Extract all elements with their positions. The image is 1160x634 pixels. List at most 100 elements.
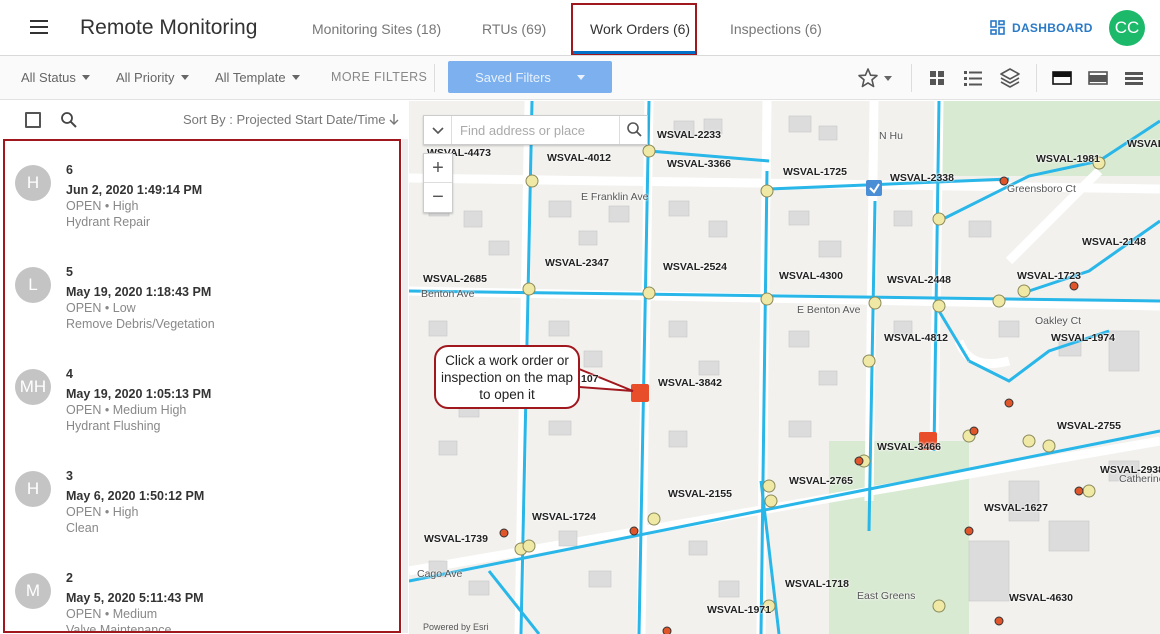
- map-label: WSVAL-1723: [1017, 270, 1081, 282]
- caret-down-icon: [180, 75, 189, 80]
- work-order-status: OPEN • Low: [66, 301, 136, 315]
- map-label: WSVAL-1981: [1036, 153, 1100, 165]
- map-label: WSVAL-2448: [887, 274, 951, 286]
- list-view-icon[interactable]: [963, 69, 983, 87]
- map-search-box: [423, 115, 648, 145]
- map-search-button[interactable]: [619, 116, 647, 144]
- park-label: East Greens: [857, 590, 916, 602]
- divider: [911, 64, 912, 92]
- zoom-in-button[interactable]: +: [424, 154, 452, 183]
- map-label: WSVAL-1971: [707, 604, 771, 616]
- map-label: WSVAL-1725: [783, 166, 847, 178]
- menu-icon[interactable]: [28, 18, 52, 38]
- map-label: WSVAL-3466: [877, 441, 941, 453]
- caret-down-icon[interactable]: [884, 76, 892, 81]
- dashboard-button[interactable]: DASHBOARD: [990, 20, 1093, 35]
- inspection-marker[interactable]: [866, 180, 882, 196]
- star-icon[interactable]: [857, 67, 879, 89]
- tab-rtus[interactable]: RTUs (69): [482, 21, 546, 37]
- map-label: WSVAL-1724: [532, 511, 596, 523]
- dashboard-icon: [990, 20, 1005, 35]
- template-filter-label: All Template: [215, 70, 286, 85]
- priority-avatar: L: [15, 267, 51, 303]
- tab-monitoring-sites[interactable]: Monitoring Sites (18): [312, 21, 441, 37]
- work-order-type: Hydrant Flushing: [66, 419, 161, 433]
- divider: [434, 64, 435, 92]
- work-order-number: 3: [66, 469, 73, 483]
- list-item[interactable]: H 6 Jun 2, 2020 1:49:14 PM OPEN • High H…: [5, 141, 399, 243]
- chevron-down-icon: [432, 127, 444, 135]
- work-order-status: OPEN • High: [66, 199, 139, 213]
- priority-filter-dropdown[interactable]: All Priority: [116, 70, 189, 85]
- more-filters-button[interactable]: MORE FILTERS: [331, 70, 427, 84]
- map-label: WSVAL-2765: [789, 475, 853, 487]
- sort-by-label: Sort By : Projected Start Date/Time: [183, 112, 386, 127]
- dashboard-label: DASHBOARD: [1012, 20, 1093, 35]
- work-order-date: May 5, 2020 5:11:43 PM: [66, 591, 204, 605]
- work-order-type: Clean: [66, 521, 99, 535]
- user-avatar[interactable]: CC: [1109, 10, 1145, 46]
- map-attribution: Powered by Esri: [423, 622, 489, 632]
- street-label: Greensboro Ct: [1007, 183, 1076, 195]
- caret-down-icon: [81, 75, 90, 80]
- app-title: Remote Monitoring: [80, 16, 258, 39]
- map-label: WSVAL-4812: [884, 332, 948, 344]
- map-label: WSVAL-2755: [1057, 420, 1121, 432]
- map-label: WSVAL-1627: [984, 502, 1048, 514]
- layout-middle-icon[interactable]: [1088, 71, 1108, 85]
- search-icon[interactable]: [60, 111, 78, 129]
- saved-filters-dropdown[interactable]: Saved Filters: [448, 61, 612, 93]
- map-label: WSVAL-2338: [890, 172, 954, 184]
- app-header: Remote Monitoring Monitoring Sites (18) …: [0, 0, 1160, 56]
- map-label: WSVAL-4630: [1009, 592, 1073, 604]
- layout-rows-icon[interactable]: [1124, 71, 1144, 85]
- map-label: WSVAL-2155: [668, 488, 732, 500]
- search-source-dropdown[interactable]: [424, 116, 452, 144]
- divider: [1036, 64, 1037, 92]
- map-label: WSVAL-2233: [657, 129, 721, 141]
- list-item[interactable]: M 2 May 5, 2020 5:11:43 PM OPEN • Medium…: [5, 549, 399, 631]
- street-label: Benton Ave: [421, 288, 475, 300]
- map-label: WSVAL-1718: [785, 578, 849, 590]
- arrow-down-icon: [389, 114, 399, 125]
- status-filter-label: All Status: [21, 70, 76, 85]
- map-hint-callout: Click a work order or inspection on the …: [434, 345, 580, 409]
- tab-work-orders[interactable]: Work Orders (6): [590, 21, 690, 37]
- street-label: N Hu: [879, 130, 903, 142]
- template-filter-dropdown[interactable]: All Template: [215, 70, 300, 85]
- zoom-out-button[interactable]: −: [424, 183, 452, 212]
- layout-top-icon[interactable]: [1052, 71, 1072, 85]
- work-order-number: 6: [66, 163, 73, 177]
- work-order-type: Hydrant Repair: [66, 215, 151, 229]
- search-icon: [627, 122, 642, 137]
- work-order-number: 2: [66, 571, 73, 585]
- work-order-marker[interactable]: [631, 384, 649, 402]
- list-scrollbar[interactable]: [402, 139, 408, 633]
- street-label: E Benton Ave: [797, 304, 861, 316]
- priority-avatar: M: [15, 573, 51, 609]
- street-label: Catherine: [1119, 473, 1160, 485]
- list-item[interactable]: MH 4 May 19, 2020 1:05:13 PM OPEN • Medi…: [5, 345, 399, 447]
- tab-inspections[interactable]: Inspections (6): [730, 21, 822, 37]
- layers-icon[interactable]: [1000, 67, 1020, 89]
- active-tab-underline: [573, 51, 695, 54]
- caret-down-icon: [291, 75, 300, 80]
- map-label: WSVAL-2347: [545, 257, 609, 269]
- work-order-date: Jun 2, 2020 1:49:14 PM: [66, 183, 203, 197]
- sort-by-dropdown[interactable]: Sort By : Projected Start Date/Time: [183, 112, 399, 127]
- select-all-checkbox[interactable]: [25, 112, 41, 128]
- map-label: WSVAL-2524: [663, 261, 727, 273]
- work-order-type: Remove Debris/Vegetation: [66, 317, 215, 331]
- map-label: WSVAL-4300: [779, 270, 843, 282]
- list-item[interactable]: H 3 May 6, 2020 1:50:12 PM OPEN • High C…: [5, 447, 399, 549]
- work-order-date: May 19, 2020 1:18:43 PM: [66, 285, 212, 299]
- work-order-status: OPEN • Medium: [66, 607, 158, 621]
- map-search-input[interactable]: [460, 121, 610, 139]
- work-order-status: OPEN • High: [66, 505, 139, 519]
- list-item[interactable]: L 5 May 19, 2020 1:18:43 PM OPEN • Low R…: [5, 243, 399, 345]
- status-filter-dropdown[interactable]: All Status: [21, 70, 90, 85]
- priority-filter-label: All Priority: [116, 70, 175, 85]
- map-view[interactable]: WSVAL-4473 WSVAL-4012 WSVAL-2233 WSVAL-3…: [409, 101, 1160, 634]
- map-label: WSVAL-1739: [424, 533, 488, 545]
- grid-view-icon[interactable]: [929, 70, 945, 86]
